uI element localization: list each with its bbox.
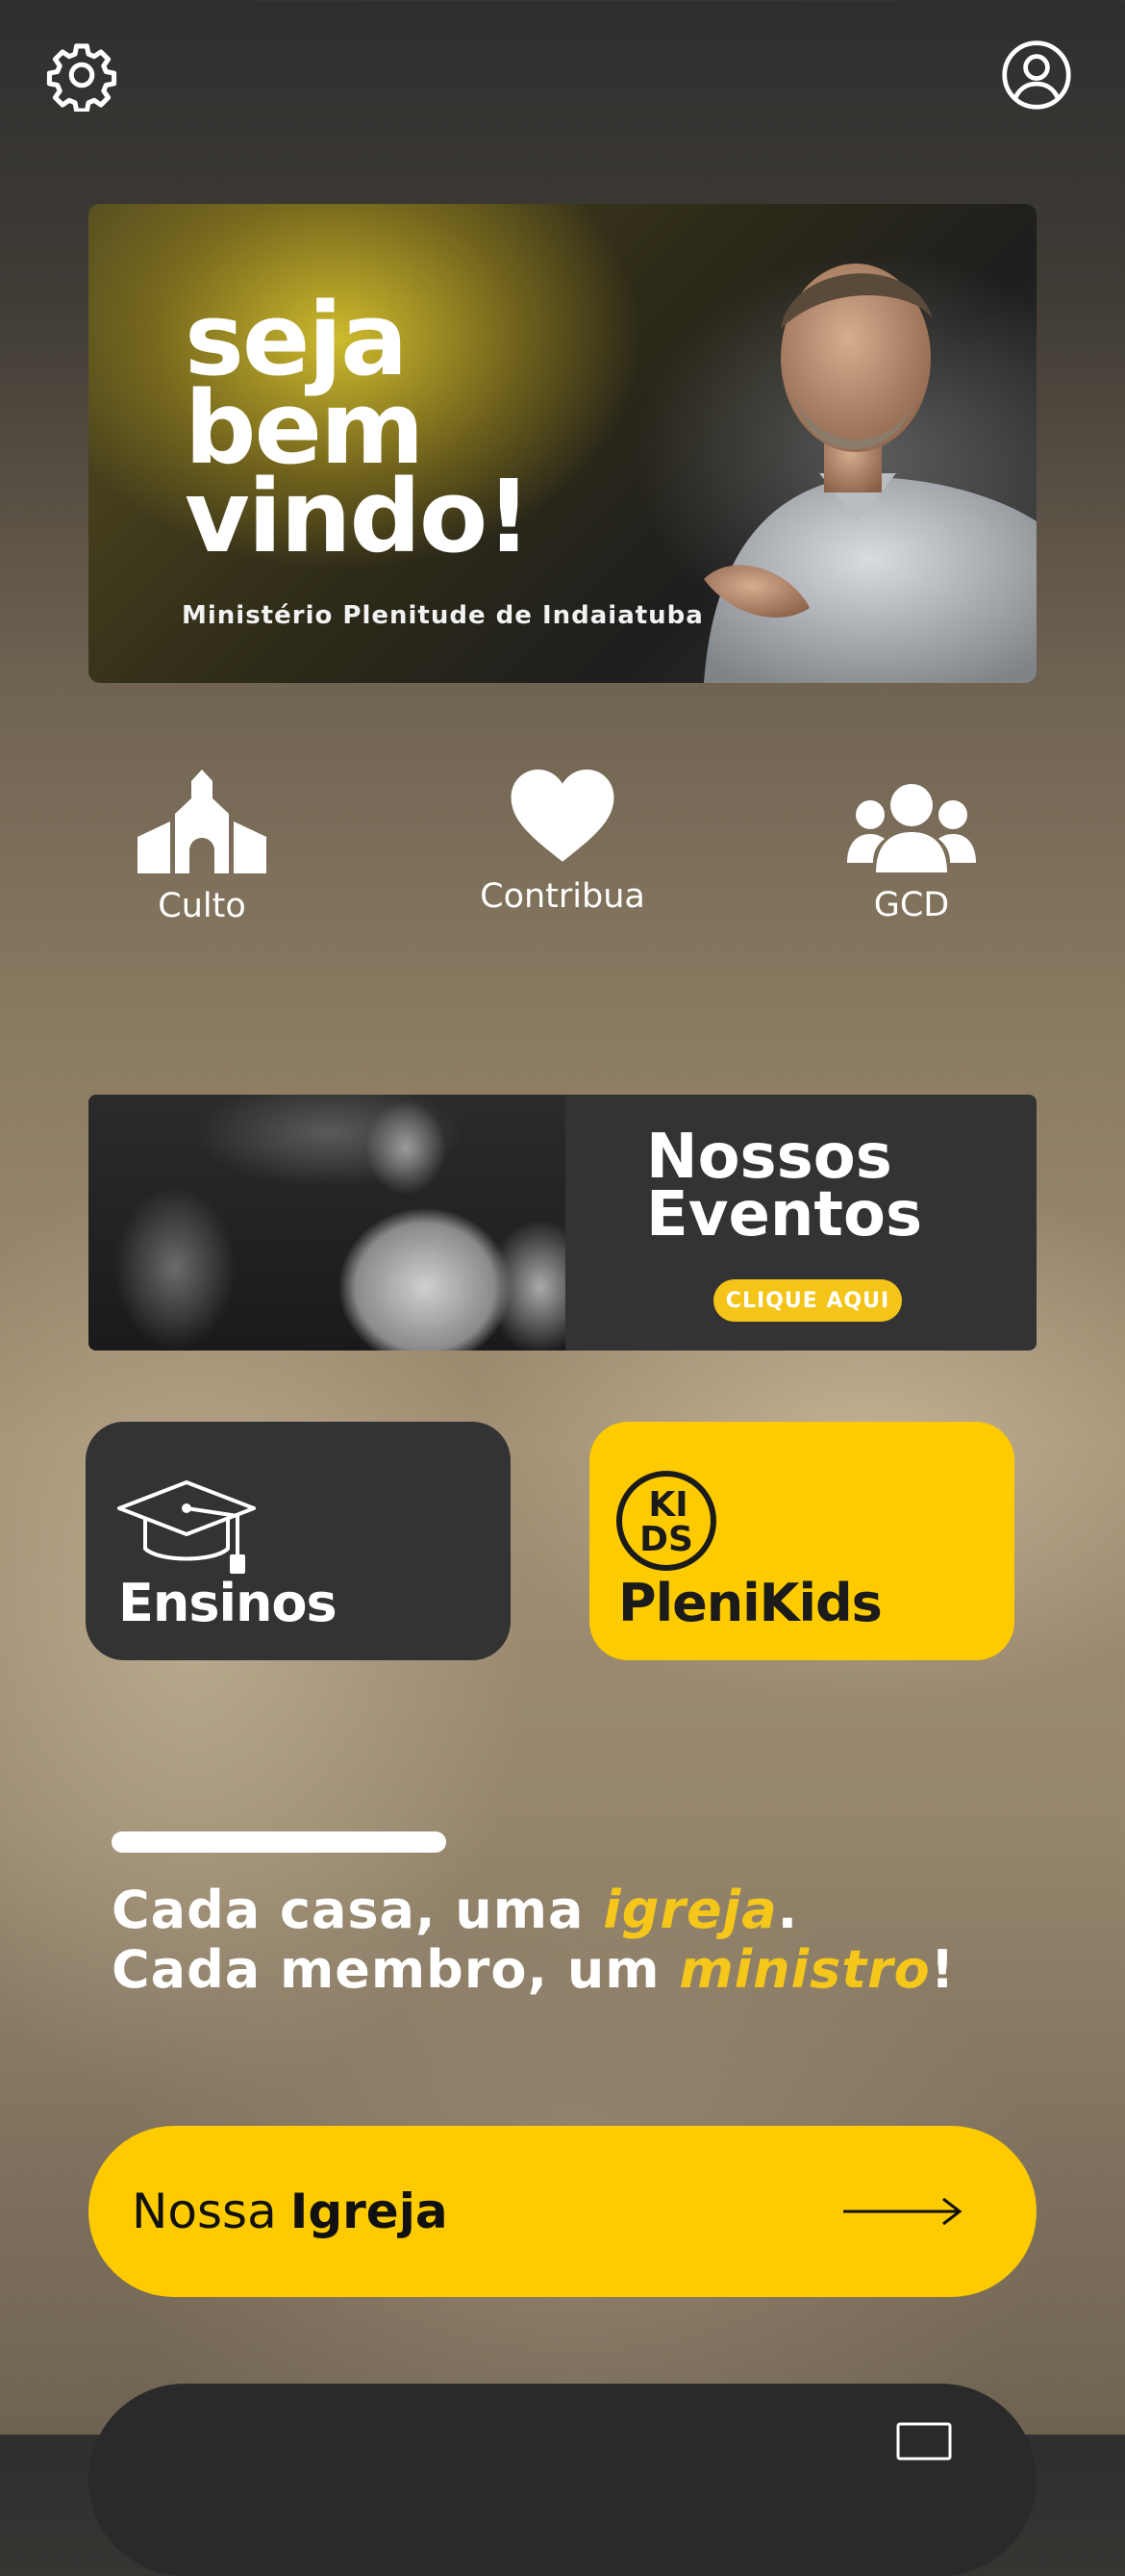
heart-icon: [511, 770, 614, 862]
nossa-igreja-button[interactable]: Nossa Igreja: [88, 2126, 1037, 2297]
group-icon: [847, 784, 976, 872]
motto-text-part: Cada casa, uma: [112, 1880, 604, 1940]
profile-button[interactable]: [998, 37, 1075, 114]
events-banner[interactable]: Nossos Eventos CLIQUE AQUI: [88, 1095, 1037, 1351]
bottom-card[interactable]: [88, 2384, 1037, 2576]
user-circle-icon: [1002, 40, 1071, 110]
hero-title: seja bem vindo!: [185, 290, 665, 575]
quick-action-gcd[interactable]: GCD: [825, 784, 998, 924]
graduation-cap-icon: [117, 1480, 256, 1574]
motto-highlight: igreja: [603, 1880, 778, 1940]
cta-label-bold: Igreja: [289, 2184, 448, 2239]
welcome-banner[interactable]: seja bem vindo! Ministério Plenitude de …: [88, 204, 1037, 683]
plenikids-card[interactable]: KI DS PleniKids: [589, 1422, 1014, 1660]
cta-label: Nossa Igreja: [132, 2126, 448, 2297]
quick-action-label: Contribua: [480, 877, 645, 916]
motto-text-part: Cada membro, um: [112, 1939, 680, 2000]
church-icon: [138, 770, 266, 873]
ensinos-card[interactable]: Ensinos: [86, 1422, 511, 1660]
plenikids-logo: KI DS: [616, 1471, 716, 1571]
quick-action-label: Culto: [158, 887, 246, 925]
motto-text: Cada casa, uma igreja. Cada membro, um m…: [112, 1881, 955, 2000]
section-divider: [112, 1831, 446, 1853]
events-title: Nossos Eventos: [646, 1122, 923, 1250]
hero-title-line: vindo!: [185, 458, 532, 575]
ensinos-label: Ensinos: [118, 1573, 338, 1633]
quick-action-contribua[interactable]: Contribua: [462, 770, 663, 916]
events-photo: [88, 1095, 565, 1351]
hero-subtitle: Ministério Plenitude de Indaiatuba: [182, 601, 704, 630]
quick-action-culto[interactable]: Culto: [115, 770, 288, 925]
motto-line-1: Cada casa, uma igreja.: [112, 1881, 955, 1940]
quick-action-label: GCD: [873, 886, 950, 924]
settings-button[interactable]: [43, 37, 120, 114]
plenikids-label: PleniKids: [618, 1573, 883, 1633]
events-title-line: Eventos: [646, 1179, 923, 1250]
events-cta-button[interactable]: CLIQUE AQUI: [713, 1279, 902, 1322]
motto-highlight: ministro: [679, 1939, 931, 2000]
svg-text:DS: DS: [639, 1520, 693, 1559]
motto-text-part: .: [777, 1880, 799, 1940]
document-icon: [896, 2422, 952, 2461]
motto-line-2: Cada membro, um ministro!: [112, 1940, 955, 2000]
arrow-right-icon: [843, 2197, 962, 2226]
events-title-line: Nossos: [646, 1122, 892, 1193]
motto-text-part: !: [930, 1939, 956, 2000]
cta-label-regular: Nossa: [132, 2184, 277, 2239]
gear-icon: [46, 43, 117, 112]
svg-text:KI: KI: [648, 1485, 688, 1525]
speaker-photo: [704, 264, 1037, 683]
